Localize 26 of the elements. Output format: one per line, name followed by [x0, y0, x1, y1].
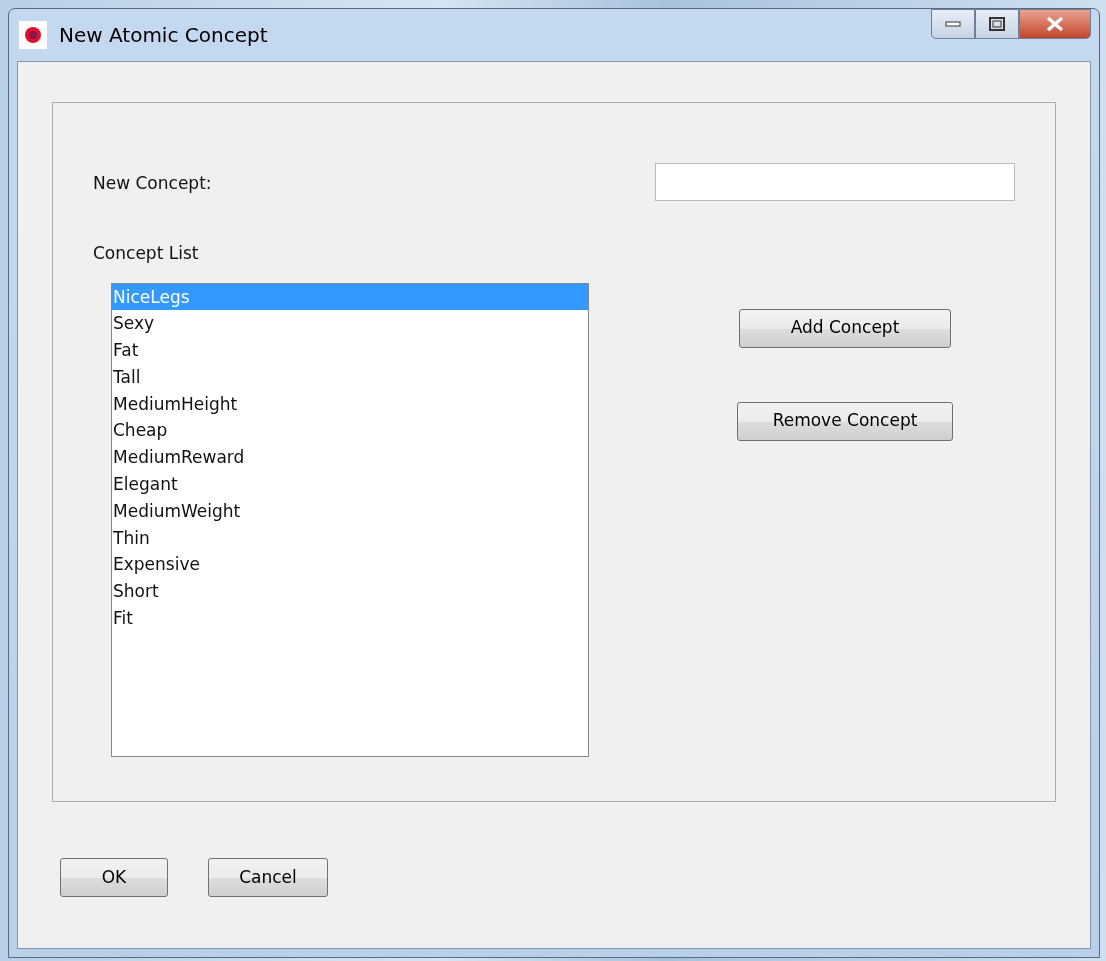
app-icon	[19, 21, 47, 49]
close-button[interactable]	[1019, 9, 1091, 39]
list-item[interactable]: Sexy	[112, 310, 588, 338]
minimize-icon	[945, 21, 961, 27]
add-button[interactable]: Add Concept	[739, 308, 951, 348]
list-item[interactable]: Thin	[112, 524, 588, 552]
cancel-button[interactable]: Cancel	[208, 858, 328, 897]
list-item[interactable]: MediumHeight	[112, 390, 588, 418]
list-item[interactable]: Short	[112, 578, 588, 606]
list-item[interactable]: MediumWeight	[112, 497, 588, 525]
list-item[interactable]: Cheap	[112, 417, 588, 445]
maximize-icon	[989, 17, 1005, 31]
list-item[interactable]: Fit	[112, 605, 588, 632]
list-item[interactable]: Elegant	[112, 471, 588, 498]
input-field[interactable]	[655, 163, 1015, 201]
maximize-button[interactable]	[975, 9, 1019, 39]
window-title: New Atomic Concept	[59, 22, 268, 49]
remove-button[interactable]: Remove Concept	[737, 401, 953, 441]
list-item[interactable]: Expensive	[112, 551, 588, 579]
list-label: Concept List	[93, 242, 200, 265]
list-item[interactable]: Fat	[112, 337, 588, 364]
list-item[interactable]: MediumReward	[112, 444, 588, 472]
close-icon	[1046, 16, 1064, 32]
ok-button[interactable]: OK	[60, 858, 168, 897]
field-label: New Concept:	[93, 172, 212, 196]
list-item[interactable]: Tall	[112, 363, 588, 391]
